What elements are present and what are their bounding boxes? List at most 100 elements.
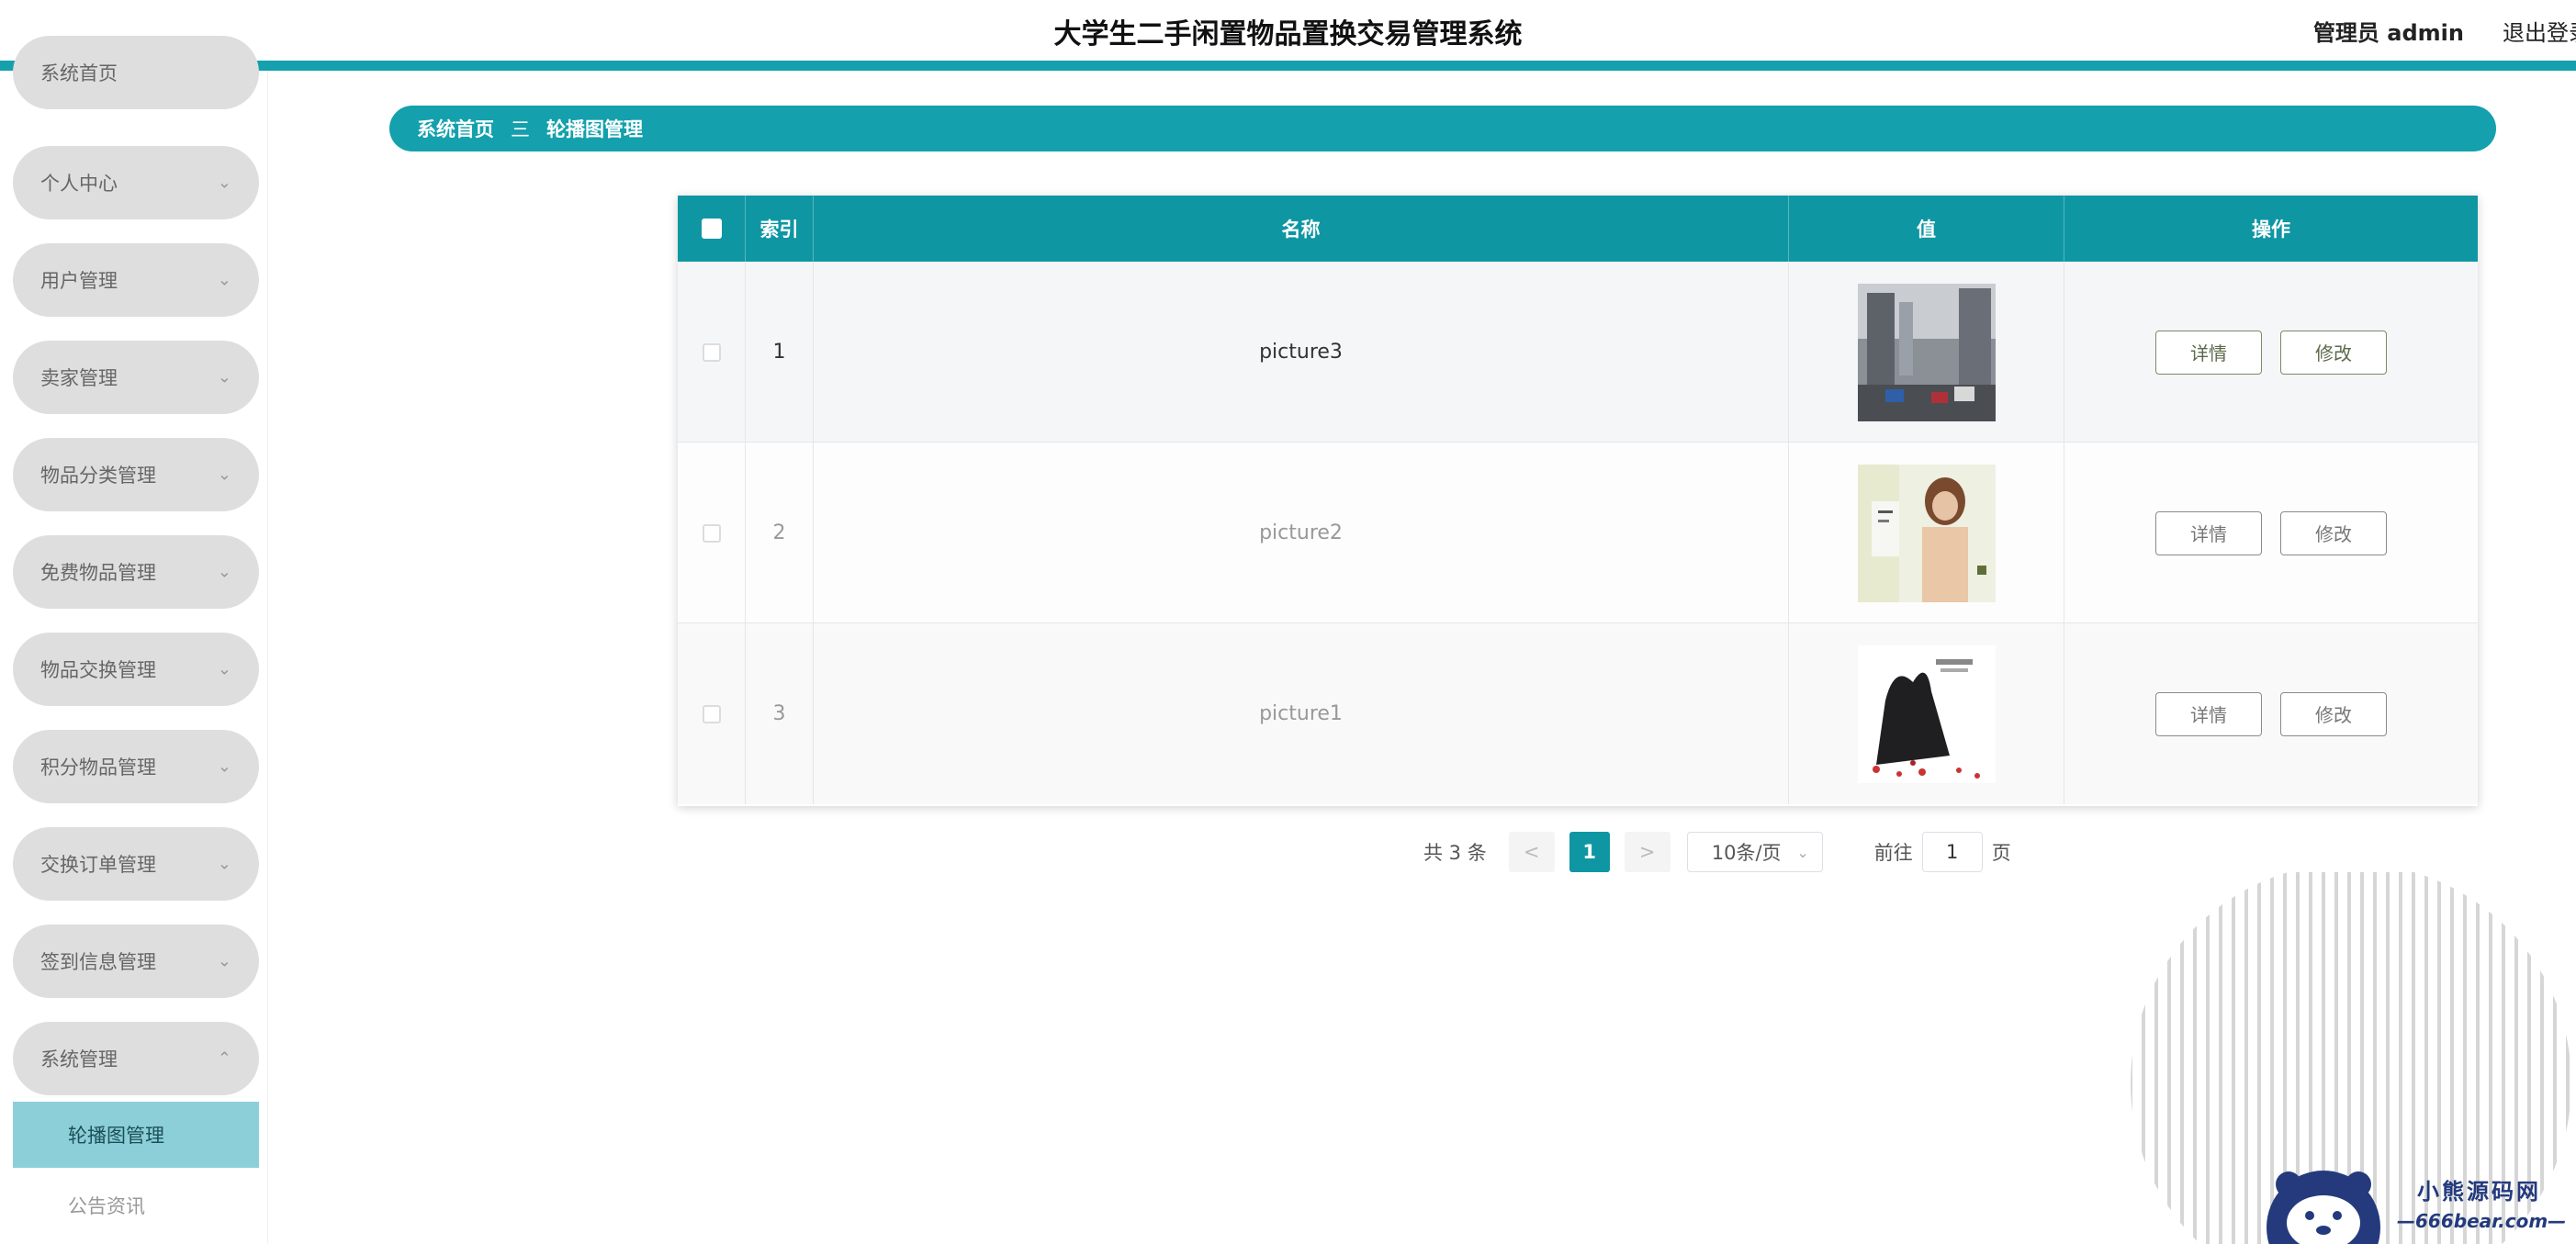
header-accent-bar xyxy=(0,61,2576,71)
page-size-select[interactable]: 10条/页 ⌄ xyxy=(1686,832,1823,872)
row-checkbox[interactable] xyxy=(702,704,721,723)
sidebar-item-label: 用户管理 xyxy=(40,270,118,292)
table-row: 2 picture2 详情 修改 xyxy=(678,443,2478,623)
watermark-title: 小熊源码网 xyxy=(2417,1179,2541,1205)
sidebar-item-sellers[interactable]: 卖家管理 ⌄ xyxy=(13,341,259,414)
select-all-cell xyxy=(678,196,746,262)
row-actions: 详情 修改 xyxy=(2064,623,2478,804)
edit-button[interactable]: 修改 xyxy=(2280,510,2387,555)
sidebar-item-label: 交换订单管理 xyxy=(40,854,156,876)
edit-button[interactable]: 修改 xyxy=(2280,330,2387,375)
sidebar-item-exchange[interactable]: 物品交换管理 ⌄ xyxy=(13,633,259,706)
edit-button[interactable]: 修改 xyxy=(2280,691,2387,736)
chevron-down-icon: ⌄ xyxy=(217,756,231,777)
pagination: 共 3 条 < 1 > 10条/页 ⌄ 前往 1 页 xyxy=(1423,832,2011,872)
sidebar-item-free-items[interactable]: 免费物品管理 ⌄ xyxy=(13,535,259,609)
next-page-button[interactable]: > xyxy=(1624,832,1670,872)
chevron-down-icon: ⌄ xyxy=(217,173,231,193)
row-value xyxy=(1789,623,2064,804)
pagination-total: 共 3 条 xyxy=(1423,842,1487,864)
row-select-cell xyxy=(678,443,746,623)
column-header-value: 值 xyxy=(1789,196,2064,262)
breadcrumb-home[interactable]: 系统首页 xyxy=(417,115,494,142)
row-actions: 详情 修改 xyxy=(2064,443,2478,623)
table-row: 3 picture1 详情 修改 xyxy=(678,623,2478,804)
app-title: 大学生二手闲置物品置换交易管理系统 xyxy=(1053,18,1523,50)
sidebar-item-home[interactable]: 系统首页 xyxy=(13,36,259,109)
sidebar-item-label: 系统管理 xyxy=(40,1048,118,1070)
column-header-index: 索引 xyxy=(746,196,814,262)
submenu-item-announcements[interactable]: 公告资讯 xyxy=(13,1172,259,1238)
submenu-item-carousel[interactable]: 轮播图管理 xyxy=(13,1102,259,1168)
table-header: 索引 名称 值 操作 xyxy=(678,196,2478,262)
sidebar-item-label: 物品分类管理 xyxy=(40,465,156,487)
detail-button[interactable]: 详情 xyxy=(2155,330,2262,375)
sidebar: 系统首页 个人中心 ⌄ 用户管理 ⌄ 卖家管理 ⌄ 物品分类管理 ⌄ 免费物品管… xyxy=(0,36,268,1244)
row-index: 2 xyxy=(746,443,814,623)
row-actions: 详情 修改 xyxy=(2064,262,2478,443)
sidebar-item-points-items[interactable]: 积分物品管理 ⌄ xyxy=(13,730,259,803)
bear-logo-icon xyxy=(2267,1171,2380,1244)
logout-link[interactable]: 退出登录 xyxy=(2503,15,2576,47)
page-unit-label: 页 xyxy=(1991,842,2011,864)
site-watermark: 小熊源码网 —666bear.com— xyxy=(2259,1159,2576,1244)
chevron-down-icon: ⌄ xyxy=(217,465,231,485)
row-value xyxy=(1789,443,2064,623)
row-name-text: picture2 xyxy=(1259,521,1343,544)
sidebar-item-label: 免费物品管理 xyxy=(40,562,156,584)
goto-page-input[interactable]: 1 xyxy=(1921,832,1983,872)
sidebar-item-label: 积分物品管理 xyxy=(40,756,156,779)
sidebar-item-label: 个人中心 xyxy=(40,173,118,195)
sidebar-item-checkin[interactable]: 签到信息管理 ⌄ xyxy=(13,925,259,998)
chevron-up-icon: ⌃ xyxy=(217,1048,231,1069)
page-number-current[interactable]: 1 xyxy=(1569,832,1610,872)
row-name: picture3 xyxy=(814,262,1789,443)
row-name-text: picture1 xyxy=(1259,702,1343,725)
row-name-text: picture3 xyxy=(1259,341,1343,364)
row-index: 1 xyxy=(746,262,814,443)
row-index-text: 2 xyxy=(772,521,786,544)
street-photo-thumbnail xyxy=(1857,283,1996,421)
row-name: picture1 xyxy=(814,623,1789,804)
sidebar-item-label: 卖家管理 xyxy=(40,367,118,389)
row-value xyxy=(1789,262,2064,443)
chevron-down-icon: ⌄ xyxy=(217,270,231,290)
select-all-checkbox[interactable] xyxy=(701,219,722,239)
sidebar-item-system[interactable]: 系统管理 ⌃ xyxy=(13,1022,259,1095)
chevron-down-icon: ⌄ xyxy=(217,562,231,582)
row-checkbox[interactable] xyxy=(702,342,721,362)
row-checkbox[interactable] xyxy=(702,523,721,543)
row-name: picture2 xyxy=(814,443,1789,623)
breadcrumb: 系统首页 三 轮播图管理 xyxy=(389,106,2496,151)
breadcrumb-separator: 三 xyxy=(511,118,530,140)
table-row: 1 picture3 详情 修改 xyxy=(678,262,2478,443)
chevron-down-icon: ⌄ xyxy=(1796,843,1809,861)
goto-label: 前往 xyxy=(1873,842,1913,864)
sidebar-item-profile[interactable]: 个人中心 ⌄ xyxy=(13,146,259,219)
chevron-down-icon: ⌄ xyxy=(217,659,231,679)
detail-button[interactable]: 详情 xyxy=(2155,510,2262,555)
portrait-photo-thumbnail xyxy=(1857,464,1996,602)
sidebar-item-orders[interactable]: 交换订单管理 ⌄ xyxy=(13,827,259,901)
prev-page-button[interactable]: < xyxy=(1508,832,1555,872)
sidebar-item-label: 签到信息管理 xyxy=(40,951,156,973)
column-header-name: 名称 xyxy=(814,196,1789,262)
watermark-url: —666bear.com— xyxy=(2397,1210,2567,1232)
column-header-actions: 操作 xyxy=(2252,219,2290,241)
submenu-item-label: 公告资讯 xyxy=(68,1195,145,1217)
bag-photo-thumbnail xyxy=(1857,644,1996,783)
sidebar-item-label: 系统首页 xyxy=(40,62,118,84)
page-size-value: 10条/页 xyxy=(1711,842,1782,864)
row-index-text: 1 xyxy=(772,341,786,364)
sidebar-item-users[interactable]: 用户管理 ⌄ xyxy=(13,243,259,317)
chevron-down-icon: ⌄ xyxy=(217,951,231,971)
sidebar-item-categories[interactable]: 物品分类管理 ⌄ xyxy=(13,438,259,511)
detail-button[interactable]: 详情 xyxy=(2155,691,2262,736)
chevron-down-icon: ⌄ xyxy=(217,367,231,387)
breadcrumb-current: 轮播图管理 xyxy=(546,118,643,140)
chevron-down-icon: ⌄ xyxy=(217,854,231,874)
carousel-table: 索引 名称 值 操作 1 picture3 详情 修改 2 picture2 详… xyxy=(678,196,2478,806)
row-index-text: 3 xyxy=(772,702,786,725)
submenu-item-label: 轮播图管理 xyxy=(68,1125,164,1147)
row-select-cell xyxy=(678,623,746,804)
